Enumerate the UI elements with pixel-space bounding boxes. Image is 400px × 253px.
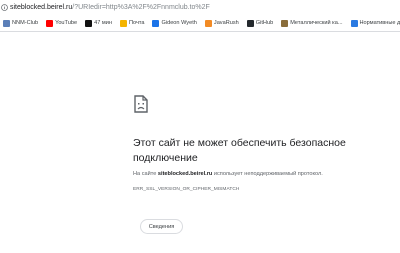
- bookmark-item[interactable]: NNM-Club: [0, 17, 41, 30]
- bookmark-item[interactable]: Почта: [117, 17, 148, 30]
- error-title: Этот сайт не может обеспечить безопасное…: [133, 137, 346, 164]
- bookmark-item[interactable]: YouTube: [43, 17, 80, 30]
- bookmark-label: NNM-Club: [12, 20, 39, 26]
- bookmark-label: Gideon Wyeth: [161, 20, 197, 26]
- bookmark-icon: [281, 19, 289, 27]
- url-host[interactable]: siteblocked.beirel.ru: [10, 4, 72, 11]
- bookmark-item[interactable]: 47 мин: [82, 17, 115, 30]
- error-description: На сайте siteblocked.beirel.ru используе…: [133, 171, 393, 177]
- bookmark-label: JavaRush: [213, 20, 239, 26]
- sad-page-icon: [134, 95, 148, 113]
- bookmark-label: 47 мин: [94, 20, 112, 26]
- bookmark-label: GitHub: [255, 20, 274, 26]
- github-icon: [246, 19, 254, 27]
- clock-icon: [85, 19, 93, 27]
- error-code: ERR_SSL_VERSION_OR_CIPHER_MISMATCH: [133, 187, 240, 192]
- bookmark-label: YouTube: [55, 20, 78, 26]
- bookmark-label: Нормативные докр...: [359, 20, 400, 26]
- bookmark-label: Металлический ка...: [290, 20, 343, 26]
- globe-icon: [350, 19, 358, 27]
- address-bar[interactable]: siteblocked.beirel.ru/?URIedir=http%3A%2…: [0, 0, 400, 15]
- bookmark-item[interactable]: Нормативные докр...: [348, 17, 400, 30]
- bookmarks-bar: NNM-Club YouTube 47 мин Почта Gideon Wyeth Ja…: [0, 15, 400, 32]
- bookmark-item[interactable]: Металлический ка...: [278, 17, 345, 30]
- description-suffix: использует неподдерживаемый протокол.: [212, 171, 323, 177]
- site-info-icon[interactable]: [1, 4, 8, 11]
- mail-icon: [119, 19, 127, 27]
- nnm-icon: [3, 19, 10, 27]
- url-path[interactable]: /?URIedir=http%3A%2F%2Fnnmclub.to%2F: [72, 4, 210, 11]
- profile-icon: [152, 19, 160, 27]
- javarush-icon: [204, 19, 212, 27]
- bookmark-label: Почта: [128, 20, 145, 26]
- youtube-icon: [46, 19, 54, 27]
- bookmark-item[interactable]: Gideon Wyeth: [149, 17, 199, 30]
- bookmark-item[interactable]: GitHub: [244, 17, 276, 30]
- details-button[interactable]: Сведения: [140, 219, 183, 234]
- blocked-host: siteblocked.beirel.ru: [157, 171, 213, 177]
- bookmark-item[interactable]: JavaRush: [202, 17, 242, 30]
- description-prefix: На сайте: [133, 171, 158, 177]
- error-page: Этот сайт не может обеспечить безопасное…: [0, 33, 400, 253]
